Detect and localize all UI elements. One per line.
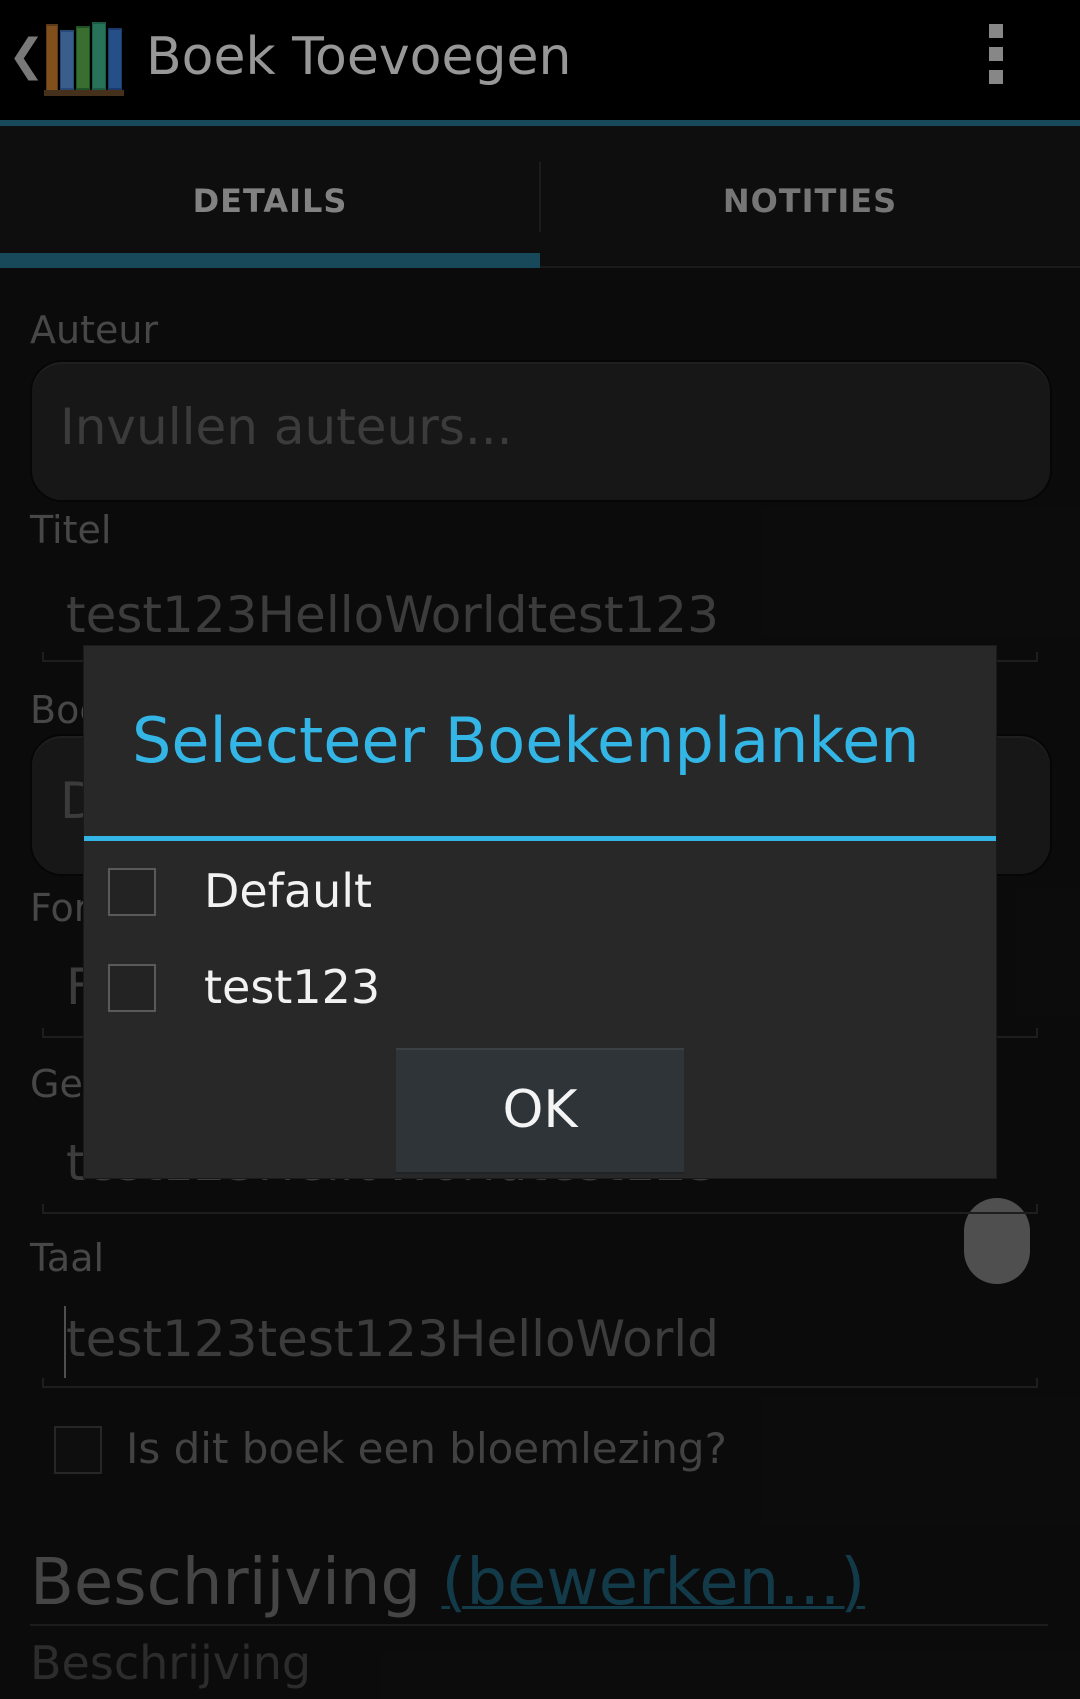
checkbox-default[interactable] xyxy=(108,868,156,916)
checkbox-test123[interactable] xyxy=(108,964,156,1012)
screen: ❮ Boek Toevoegen DETAILS NOTITIES Auteur xyxy=(0,0,1080,1699)
bookshelf-option-test123[interactable]: test123 xyxy=(108,942,968,1032)
select-bookshelves-dialog: Selecteer Boekenplanken Default test123 … xyxy=(84,646,996,1178)
ok-button[interactable]: OK xyxy=(396,1048,684,1174)
option-label-default: Default xyxy=(204,864,373,918)
dialog-title-divider xyxy=(84,836,996,841)
option-label-test123: test123 xyxy=(204,960,381,1014)
bookshelf-option-default[interactable]: Default xyxy=(108,846,968,936)
dialog-title: Selecteer Boekenplanken xyxy=(132,704,920,777)
